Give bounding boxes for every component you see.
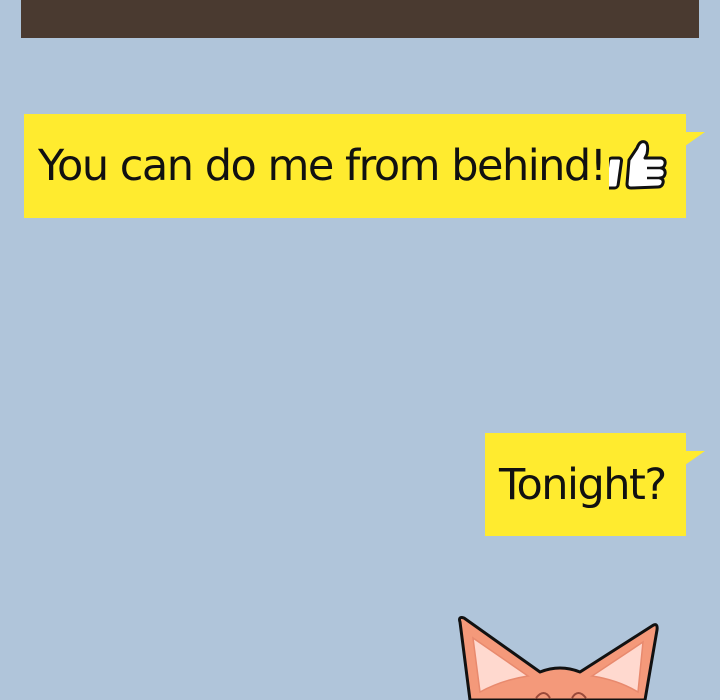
- cat-ears-illustration: [458, 616, 659, 700]
- bubble-tail-2: [685, 451, 705, 465]
- bubble-tail-1: [685, 132, 705, 146]
- chat-bubble-1: You can do me from behind!: [24, 114, 705, 218]
- thumbs-up-icon: [609, 140, 668, 190]
- message-text-2: Tonight?: [499, 459, 667, 510]
- message-text-1: You can do me from behind!: [38, 141, 607, 191]
- chat-bubble-2: Tonight?: [485, 433, 705, 536]
- top-bar: [21, 0, 699, 38]
